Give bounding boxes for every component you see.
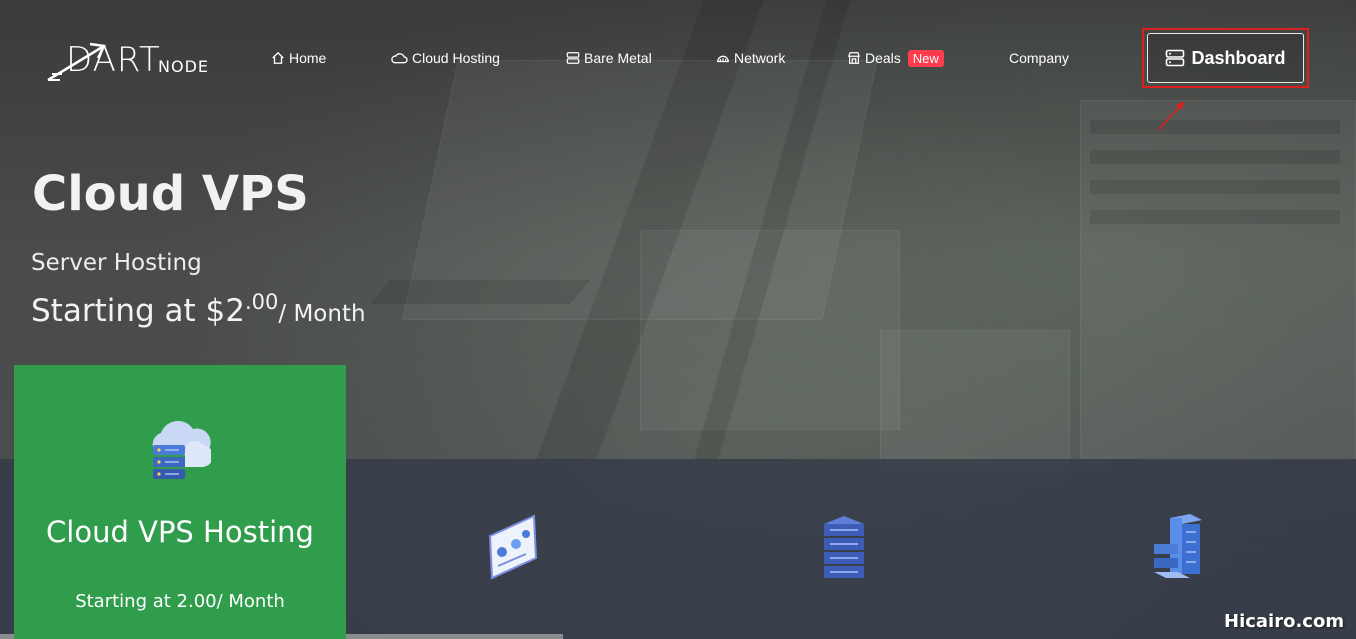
- home-icon: [272, 51, 284, 64]
- nav-home-label: Home: [289, 50, 327, 66]
- server-stack-icon: [824, 516, 864, 578]
- cloud-icon: [391, 53, 408, 64]
- dartnode-logo[interactable]: DART NODE: [46, 40, 246, 84]
- nav-home[interactable]: Home: [271, 48, 326, 68]
- dashboard-label: Dashboard: [1191, 47, 1286, 68]
- new-badge: New: [907, 49, 944, 67]
- network-icon: [717, 55, 729, 63]
- nav-network[interactable]: Network: [716, 48, 785, 68]
- card-subtitle: Starting at 2.00/ Month: [75, 591, 285, 612]
- nav-network-label: Network: [734, 50, 786, 66]
- nav-bare-metal[interactable]: Bare Metal: [566, 48, 652, 68]
- annotation-arrow-icon: [1157, 101, 1185, 131]
- server-icon: [566, 52, 580, 64]
- store-icon: [847, 52, 861, 64]
- dashboard-button[interactable]: Dashboard: [1147, 33, 1304, 83]
- price-prefix: Starting at $2: [31, 293, 245, 329]
- nav-cloud-hosting[interactable]: Cloud Hosting: [391, 48, 500, 68]
- dashboard-highlight: Dashboard: [1142, 28, 1309, 88]
- price-suffix: / Month: [278, 301, 366, 327]
- hero-subtitle: Server Hosting: [31, 250, 202, 276]
- nav-cloud-hosting-label: Cloud Hosting: [412, 50, 500, 66]
- logo-subtext: NODE: [158, 57, 209, 76]
- nav-bare-metal-label: Bare Metal: [584, 50, 652, 66]
- cloud-vps-card[interactable]: Cloud VPS Hosting Starting at 2.00/ Mont…: [14, 365, 346, 639]
- nav-deals-label: Deals: [865, 50, 901, 66]
- price-cents: .00: [244, 290, 279, 314]
- nav-company-label: Company: [1009, 50, 1069, 66]
- server-rack-icon: [1154, 514, 1202, 578]
- site-header: DART NODE Home Cloud Hosting Bare Metal …: [0, 0, 1356, 131]
- dashboard-chart-icon: [488, 514, 538, 580]
- hero-price: Starting at $2.00/ Month: [31, 290, 366, 329]
- cloud-server-icon: [152, 420, 211, 479]
- card-title: Cloud VPS Hosting: [46, 515, 314, 549]
- nav-company[interactable]: Company: [1009, 48, 1069, 68]
- logo-text: DART: [66, 40, 161, 80]
- hero-title: Cloud VPS: [32, 166, 309, 222]
- server-icon: [1166, 49, 1185, 67]
- nav-deals[interactable]: Deals New: [847, 48, 944, 68]
- watermark: Hicairo.com: [1224, 611, 1345, 632]
